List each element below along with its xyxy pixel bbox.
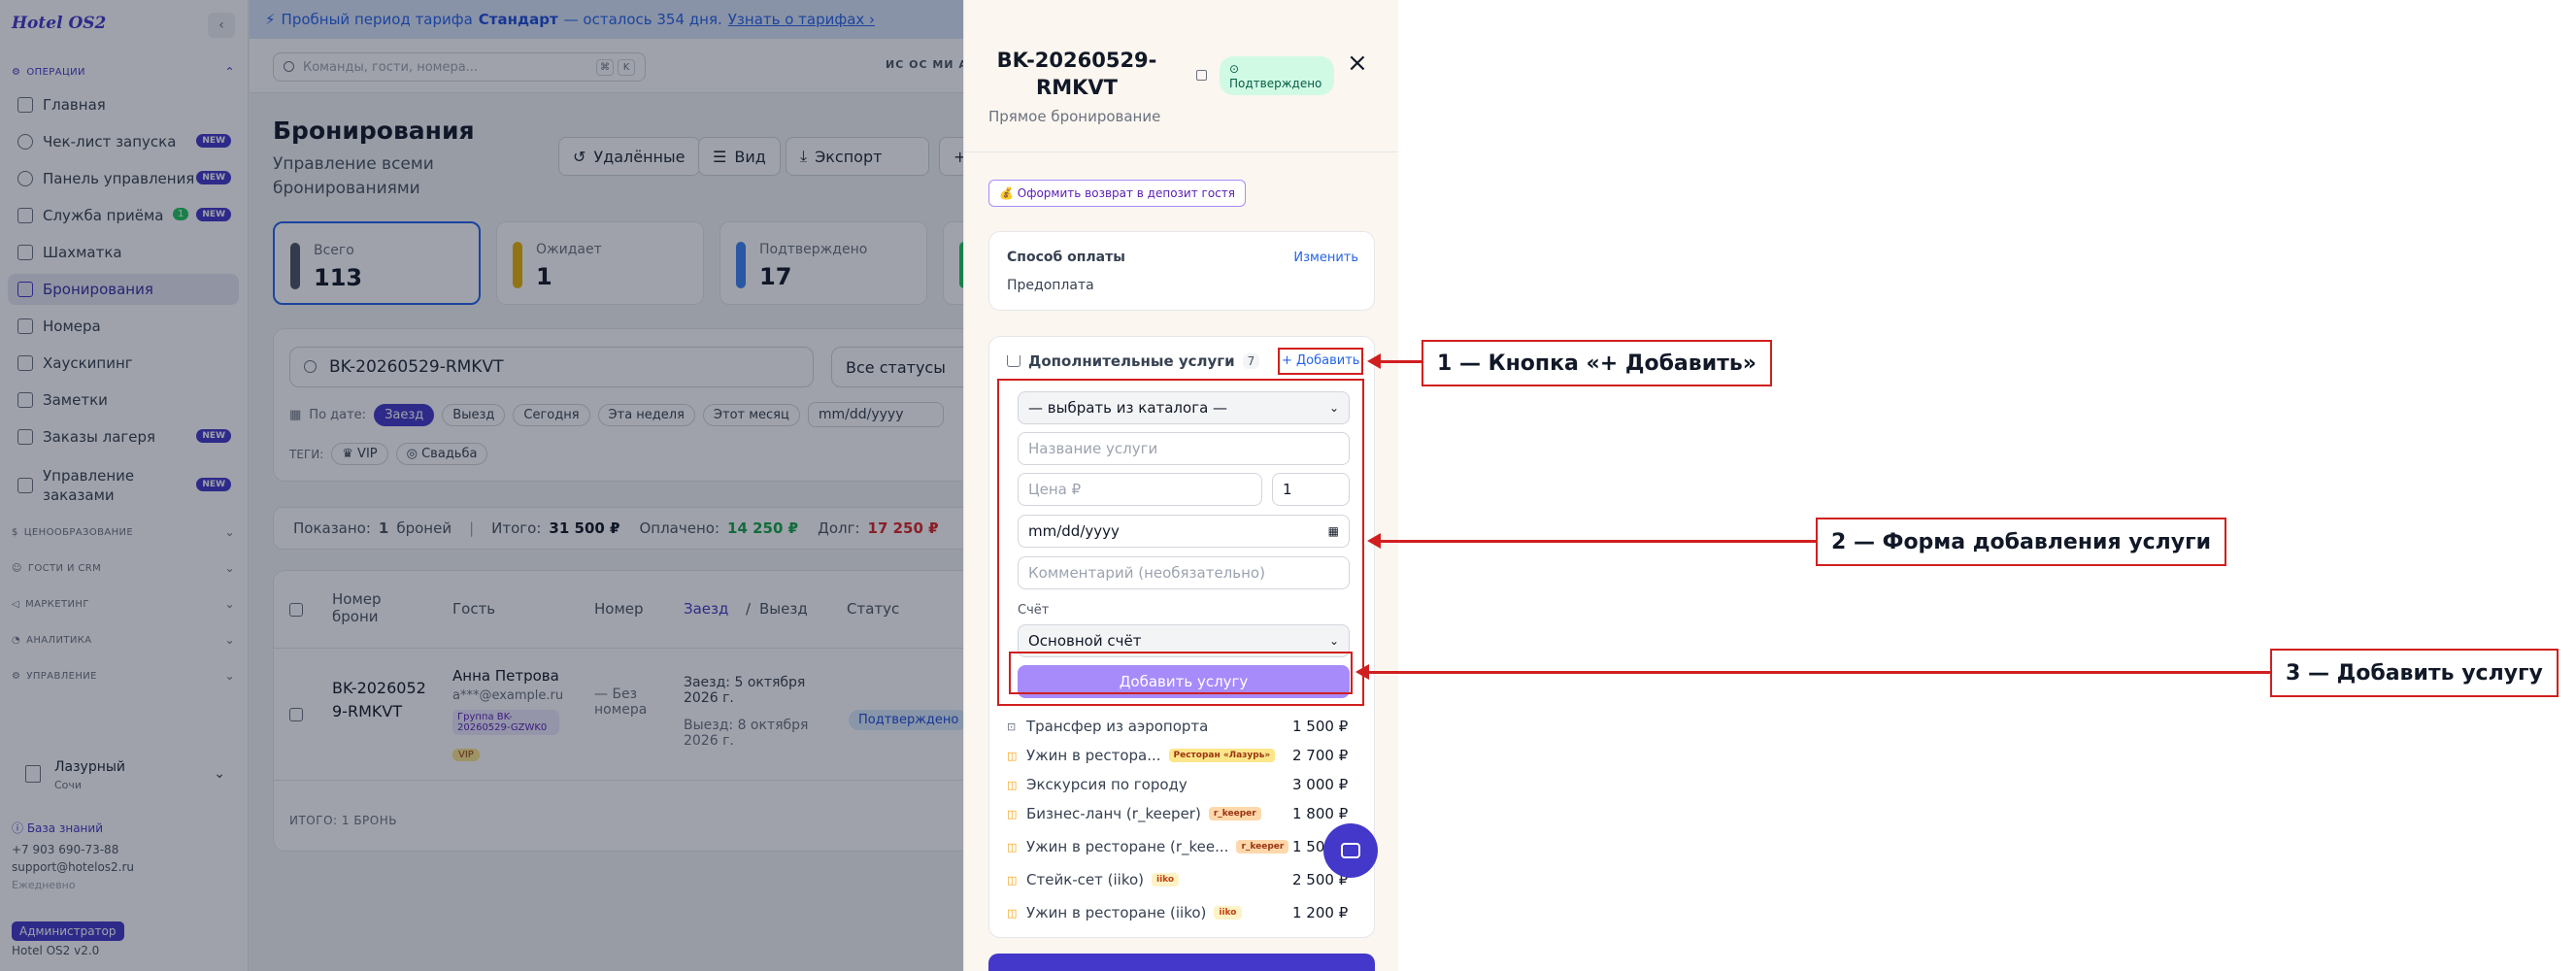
services-count: 7 bbox=[1242, 353, 1260, 369]
service-price: 1 200 ₽ bbox=[1292, 904, 1349, 921]
restaurant-icon: ◫ bbox=[1007, 807, 1018, 820]
chat-icon bbox=[1341, 843, 1360, 858]
restaurant-icon: ◫ bbox=[1007, 840, 1018, 854]
payment-method-card: Способ оплаты Изменить Предоплата bbox=[988, 231, 1375, 311]
service-name: Ужин в рестора... bbox=[1026, 747, 1161, 764]
list-item[interactable]: ◫ Экскурсия по городу 3 000 ₽ bbox=[1007, 773, 1366, 796]
status-label: Подтверждено bbox=[1229, 77, 1322, 90]
arrow-3 bbox=[1355, 664, 2270, 680]
service-name: Трансфер из аэропорта bbox=[1026, 718, 1209, 735]
service-price: 2 700 ₽ bbox=[1292, 747, 1349, 764]
list-item[interactable]: ◫ Ужин в рестора... Ресторан «Лазурь» 2 700… bbox=[1007, 744, 1366, 767]
service-name: Стейк-сет (iiko) bbox=[1026, 871, 1145, 888]
payment-method-value: Предоплата bbox=[1007, 278, 1094, 293]
divider bbox=[964, 151, 1398, 152]
service-tag: iiko bbox=[1152, 873, 1180, 887]
service-name: Ужин в ресторане (r_kee... bbox=[1026, 838, 1229, 855]
list-item[interactable]: ◫ Бизнес-ланч (r_keeper) r_keeper 1 800 ₽ bbox=[1007, 802, 1366, 825]
service-price: 3 000 ₽ bbox=[1292, 776, 1349, 793]
arrow-2 bbox=[1367, 533, 1816, 549]
booking-source: Прямое бронирование bbox=[988, 108, 1161, 125]
arrow-1 bbox=[1367, 353, 1422, 369]
restaurant-icon: ◫ bbox=[1007, 778, 1018, 791]
callout-2: 2 — Форма добавления услуги bbox=[1816, 518, 2226, 566]
extra-services-header: Дополнительные услуги 7 bbox=[1007, 352, 1260, 370]
highlight-add-button bbox=[1278, 348, 1363, 375]
payment-method-title: Способ оплаты bbox=[1007, 250, 1125, 265]
service-name: Экскурсия по городу bbox=[1026, 776, 1188, 793]
refund-to-deposit-button[interactable]: 💰 Оформить возврат в депозит гостя bbox=[988, 180, 1246, 207]
cart-icon: ⊡ bbox=[1007, 720, 1017, 733]
restaurant-icon: ◫ bbox=[1007, 749, 1018, 762]
service-tag: r_keeper bbox=[1236, 840, 1289, 854]
service-price: 1 500 ₽ bbox=[1292, 718, 1349, 735]
list-item[interactable]: ⊡ Трансфер из аэропорта 1 500 ₽ bbox=[1007, 715, 1366, 738]
list-item[interactable]: ◫ Ужин в ресторане (r_kee... r_keeper 1 500… bbox=[1007, 835, 1366, 858]
list-item[interactable]: ◫ Стейк-сет (iiko) iiko 2 500 ₽ bbox=[1007, 868, 1366, 891]
cart-icon bbox=[1007, 355, 1020, 367]
service-tag: Ресторан «Лазурь» bbox=[1168, 749, 1276, 762]
service-price: 1 800 ₽ bbox=[1292, 805, 1349, 822]
service-name: Бизнес-ланч (r_keeper) bbox=[1026, 805, 1201, 822]
check-circle-icon: ⊙ bbox=[1229, 62, 1240, 76]
service-tag: iiko bbox=[1214, 906, 1242, 920]
drawer-title: BK-20260529-RMKVT bbox=[996, 49, 1157, 99]
highlight-submit-button bbox=[1009, 652, 1353, 694]
extra-services-title: Дополнительные услуги bbox=[1028, 352, 1235, 370]
status-badge: ⊙ Подтверждено bbox=[1220, 56, 1334, 95]
edit-payment-link[interactable]: Изменить bbox=[1293, 251, 1358, 265]
chat-button[interactable] bbox=[1323, 823, 1378, 878]
restaurant-icon: ◫ bbox=[1007, 873, 1018, 887]
service-name: Ужин в ресторане (iiko) bbox=[1026, 904, 1207, 921]
drawer-primary-button[interactable] bbox=[988, 954, 1375, 971]
restaurant-icon: ◫ bbox=[1007, 906, 1018, 920]
callout-1: 1 — Кнопка «+ Добавить» bbox=[1422, 340, 1772, 386]
callout-3: 3 — Добавить услугу bbox=[2270, 649, 2559, 697]
service-tag: r_keeper bbox=[1208, 807, 1261, 820]
close-drawer-button[interactable]: × bbox=[1347, 49, 1368, 78]
copy-icon[interactable] bbox=[1196, 70, 1207, 81]
list-item[interactable]: ◫ Ужин в ресторане (iiko) iiko 1 200 ₽ bbox=[1007, 901, 1366, 924]
